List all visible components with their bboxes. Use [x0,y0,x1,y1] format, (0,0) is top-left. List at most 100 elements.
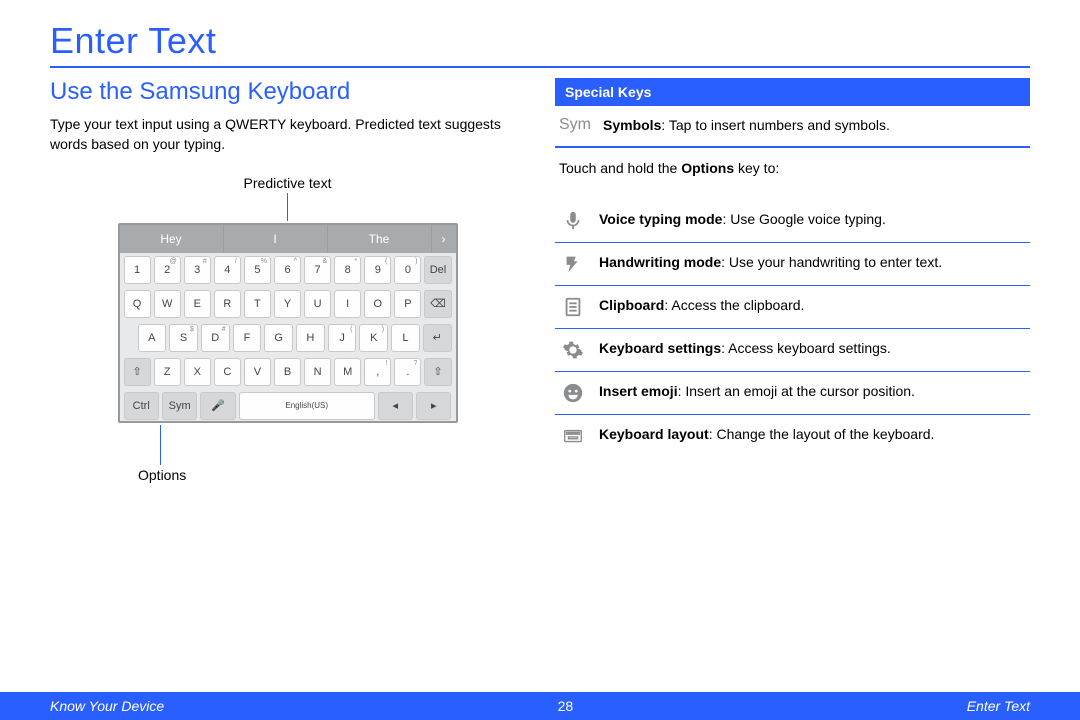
mic-icon [559,210,587,232]
key: Del [424,256,451,284]
key: K) [359,324,388,352]
emoji-icon [559,382,587,404]
key: P [394,290,421,318]
key: E [184,290,211,318]
key: 7& [304,256,331,284]
predictive-more: › [432,225,456,253]
key: A [138,324,167,352]
key: 🎤 [200,392,235,420]
option-text: Insert emoji: Insert an emoji at the cur… [599,382,1026,402]
key: V [244,358,271,386]
page-footer: Know Your Device 28 Enter Text [0,692,1080,720]
sym-text: Symbols: Tap to insert numbers and symbo… [603,116,1026,136]
callout-line-top [287,193,288,221]
page-title: Enter Text [50,20,1030,62]
option-row: Handwriting mode: Use your handwriting t… [555,243,1030,285]
option-row: Clipboard: Access the clipboard. [555,286,1030,328]
callout-options: Options [138,467,525,483]
title-rule [50,66,1030,68]
key: Q [124,290,151,318]
key: ⌫ [424,290,451,318]
key: H [296,324,325,352]
key: ⇧ [424,358,451,386]
intro-c: key to: [734,160,779,176]
sym-title: Symbols [603,117,661,133]
key: ,! [364,358,391,386]
predictive-word: The [328,225,432,253]
footer-right: Enter Text [967,698,1030,714]
predictive-bar: Hey I The › [120,225,456,253]
footer-page: 28 [164,698,967,714]
option-text: Keyboard settings: Access keyboard setti… [599,339,1026,359]
keyboard-icon [559,425,587,447]
option-body: : Change the layout of the keyboard. [709,426,935,442]
key: F [233,324,262,352]
key: N [304,358,331,386]
callout-line-bottom [160,425,161,465]
key: 5% [244,256,271,284]
special-keys-bar: Special Keys [555,78,1030,106]
option-row: Keyboard settings: Access keyboard setti… [555,329,1030,371]
key: J( [328,324,357,352]
key: X [184,358,211,386]
section-heading: Use the Samsung Keyboard [50,78,525,106]
key: S$ [169,324,198,352]
keyboard-illustration: Hey I The › 12@3#4/5%6^7&8*9(0)Del QWERT… [118,223,458,423]
option-title: Clipboard [599,297,664,313]
right-column: Special Keys Sym Symbols: Tap to insert … [555,78,1030,483]
key: English(US) [239,392,375,420]
key: 4/ [214,256,241,284]
option-row: Keyboard layout: Change the layout of th… [555,415,1030,457]
key: ↵ [423,324,452,352]
gear-icon [559,339,587,361]
key: G [264,324,293,352]
key: 2@ [154,256,181,284]
predictive-word: I [224,225,328,253]
key: T [244,290,271,318]
key: 8* [334,256,361,284]
predictive-word: Hey [120,225,224,253]
sym-icon: Sym [559,116,591,134]
option-body: : Use Google voice typing. [722,211,885,227]
key: ⇧ [124,358,151,386]
option-body: : Use your handwriting to enter text. [721,254,942,270]
key: W [154,290,181,318]
option-row: Insert emoji: Insert an emoji at the cur… [555,372,1030,414]
key: Y [274,290,301,318]
key: 3# [184,256,211,284]
sym-body: : Tap to insert numbers and symbols. [661,117,890,133]
key: U [304,290,331,318]
key: R [214,290,241,318]
option-text: Keyboard layout: Change the layout of th… [599,425,1026,445]
option-text: Handwriting mode: Use your handwriting t… [599,253,1026,273]
section-body: Type your text input using a QWERTY keyb… [50,114,525,155]
key: O [364,290,391,318]
key: 0) [394,256,421,284]
key: B [274,358,301,386]
footer-left: Know Your Device [50,698,164,714]
handwriting-icon [559,253,587,275]
key: ◂ [378,392,413,420]
option-title: Keyboard layout [599,426,709,442]
key: Z [154,358,181,386]
callout-predictive: Predictive text [50,175,525,191]
key: Sym [162,392,197,420]
key: I [334,290,361,318]
option-body: : Access keyboard settings. [721,340,891,356]
option-title: Insert emoji [599,383,678,399]
key: .? [394,358,421,386]
intro-b: Options [681,160,734,176]
key: Ctrl [124,392,159,420]
intro-a: Touch and hold the [559,160,681,176]
key: C [214,358,241,386]
hold-intro: Touch and hold the Options key to: [555,148,1030,180]
option-text: Clipboard: Access the clipboard. [599,296,1026,316]
sym-row: Sym Symbols: Tap to insert numbers and s… [555,106,1030,146]
key: ▸ [416,392,451,420]
left-column: Use the Samsung Keyboard Type your text … [50,78,525,483]
option-row: Voice typing mode: Use Google voice typi… [555,200,1030,242]
option-title: Handwriting mode [599,254,721,270]
key: 9( [364,256,391,284]
key: L [391,324,420,352]
clipboard-icon [559,296,587,318]
